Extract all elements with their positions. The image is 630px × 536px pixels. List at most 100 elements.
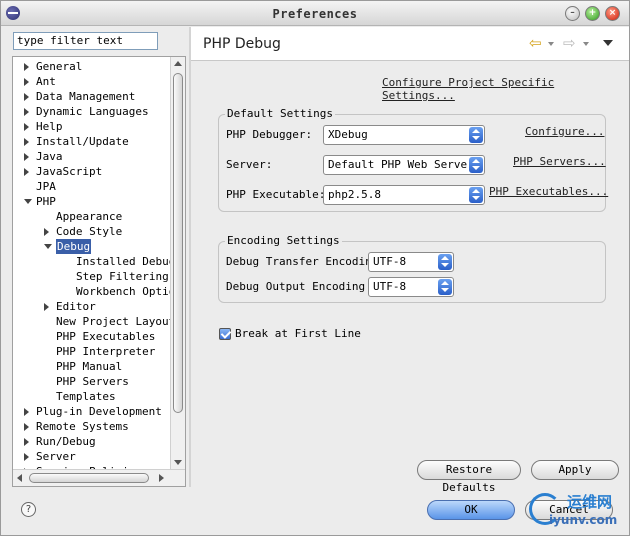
scroll-left-icon[interactable] bbox=[17, 474, 22, 482]
view-menu-icon[interactable] bbox=[603, 40, 613, 46]
php-executable-select[interactable]: php2.5.8 bbox=[323, 185, 485, 205]
page-title: PHP Debug bbox=[203, 36, 281, 52]
transfer-encoding-label: Debug Transfer Encoding bbox=[226, 255, 379, 268]
vertical-scroll-thumb[interactable] bbox=[173, 73, 183, 413]
preferences-window: Preferences – + × type filter text Gener… bbox=[0, 0, 630, 536]
select-arrows-icon[interactable] bbox=[438, 279, 452, 295]
collapsed-twisty-icon[interactable] bbox=[44, 303, 49, 311]
collapsed-twisty-icon[interactable] bbox=[24, 63, 29, 71]
watermark-url: iyunv.com bbox=[549, 513, 618, 527]
select-arrows-icon[interactable] bbox=[469, 187, 483, 203]
php-executable-value: php2.5.8 bbox=[328, 188, 381, 201]
tree-item-label[interactable]: Step Filtering bbox=[76, 269, 169, 284]
collapsed-twisty-icon[interactable] bbox=[44, 228, 49, 236]
php-debugger-select[interactable]: XDebug bbox=[323, 125, 485, 145]
watermark-text: 运维网 bbox=[567, 493, 613, 511]
tree-item-label[interactable]: Remote Systems bbox=[36, 419, 129, 434]
collapsed-twisty-icon[interactable] bbox=[24, 108, 29, 116]
collapsed-twisty-icon[interactable] bbox=[24, 93, 29, 101]
tree-item-label[interactable]: JPA bbox=[36, 179, 56, 194]
tree-item-label[interactable]: PHP Interpreter bbox=[56, 344, 155, 359]
expanded-twisty-icon[interactable] bbox=[44, 244, 52, 249]
configure-debugger-link[interactable]: Configure... bbox=[525, 125, 604, 138]
preference-tree[interactable]: General Ant Data Management Dynamic Languag… bbox=[12, 56, 186, 487]
collapsed-twisty-icon[interactable] bbox=[24, 138, 29, 146]
tree-item-label[interactable]: Dynamic Languages bbox=[36, 104, 149, 119]
tree-item-label[interactable]: Help bbox=[36, 119, 63, 134]
tree-vertical-scrollbar[interactable] bbox=[170, 57, 185, 469]
apply-button[interactable]: Apply bbox=[531, 460, 619, 480]
expanded-twisty-icon[interactable] bbox=[24, 199, 32, 204]
tree-item-label[interactable]: PHP Manual bbox=[56, 359, 122, 374]
tree-item-label[interactable]: Installed Debugg bbox=[76, 254, 171, 269]
encoding-settings-title: Encoding Settings bbox=[225, 234, 342, 247]
tree-item-label[interactable]: Run/Debug bbox=[36, 434, 96, 449]
tree-item-label[interactable]: Appearance bbox=[56, 209, 122, 224]
scroll-up-icon[interactable] bbox=[174, 61, 182, 66]
restore-defaults-button[interactable]: Restore Defaults bbox=[417, 460, 521, 494]
tree-item-label[interactable]: Templates bbox=[56, 389, 116, 404]
tree-item-label[interactable]: PHP bbox=[36, 194, 56, 209]
tree-item-label[interactable]: Data Management bbox=[36, 89, 135, 104]
transfer-encoding-select[interactable]: UTF-8 bbox=[368, 252, 454, 272]
maximize-button[interactable]: + bbox=[585, 6, 600, 21]
collapsed-twisty-icon[interactable] bbox=[24, 438, 29, 446]
break-first-line-label[interactable]: Break at First Line bbox=[235, 327, 361, 341]
tree-item-label[interactable]: Ant bbox=[36, 74, 56, 89]
tree-item-label[interactable]: Debug bbox=[56, 239, 92, 254]
server-select[interactable]: Default PHP Web Server bbox=[323, 155, 485, 175]
php-debugger-value: XDebug bbox=[328, 128, 368, 141]
server-value: Default PHP Web Server bbox=[328, 158, 474, 171]
collapsed-twisty-icon[interactable] bbox=[24, 78, 29, 86]
scroll-down-icon[interactable] bbox=[174, 460, 182, 465]
output-encoding-label: Debug Output Encoding bbox=[226, 280, 366, 293]
collapsed-twisty-icon[interactable] bbox=[24, 408, 29, 416]
back-arrow-icon[interactable]: ⇦ bbox=[529, 35, 549, 51]
tree-item-label[interactable]: Server bbox=[36, 449, 76, 464]
horizontal-scroll-thumb[interactable] bbox=[29, 473, 149, 483]
ok-button[interactable]: OK bbox=[427, 500, 515, 520]
select-arrows-icon[interactable] bbox=[438, 254, 452, 270]
output-encoding-value: UTF-8 bbox=[373, 280, 407, 293]
select-arrows-icon[interactable] bbox=[469, 157, 483, 173]
help-icon[interactable]: ? bbox=[21, 502, 36, 517]
forward-arrow-icon[interactable]: ⇨ bbox=[563, 35, 583, 51]
collapsed-twisty-icon[interactable] bbox=[24, 453, 29, 461]
output-encoding-select[interactable]: UTF-8 bbox=[368, 277, 454, 297]
tree-item-label[interactable]: JavaScript bbox=[36, 164, 102, 179]
php-executables-link[interactable]: PHP Executables... bbox=[489, 185, 608, 198]
page-header: PHP Debug ⇦ ⇨ bbox=[191, 27, 629, 61]
back-dropdown-icon[interactable] bbox=[548, 42, 554, 46]
php-executable-label: PHP Executable: bbox=[226, 188, 326, 201]
project-specific-settings-link[interactable]: Configure Project Specific Settings... bbox=[382, 76, 629, 102]
tree-item-label[interactable]: General bbox=[36, 59, 82, 74]
break-first-line-checkbox[interactable] bbox=[219, 328, 231, 340]
window-title: Preferences bbox=[272, 7, 358, 21]
minimize-button[interactable]: – bbox=[565, 6, 580, 21]
transfer-encoding-value: UTF-8 bbox=[373, 255, 407, 268]
collapsed-twisty-icon[interactable] bbox=[24, 423, 29, 431]
server-label: Server: bbox=[226, 158, 273, 171]
tree-item-label[interactable]: Workbench Option bbox=[76, 284, 171, 299]
tree-item-label[interactable]: Code Style bbox=[56, 224, 122, 239]
scroll-right-icon[interactable] bbox=[159, 474, 164, 482]
collapsed-twisty-icon[interactable] bbox=[24, 153, 29, 161]
php-servers-link[interactable]: PHP Servers... bbox=[513, 155, 606, 168]
forward-dropdown-icon[interactable] bbox=[583, 42, 589, 46]
filter-input[interactable]: type filter text bbox=[13, 32, 158, 50]
select-arrows-icon[interactable] bbox=[469, 127, 483, 143]
tree-item-label[interactable]: Install/Update bbox=[36, 134, 129, 149]
tree-item-label[interactable]: Plug-in Development bbox=[36, 404, 162, 419]
panel-splitter[interactable] bbox=[189, 27, 191, 487]
collapsed-twisty-icon[interactable] bbox=[24, 123, 29, 131]
close-button[interactable]: × bbox=[605, 6, 620, 21]
tree-item-label[interactable]: New Project Layout bbox=[56, 314, 171, 329]
tree-item-label[interactable]: PHP Servers bbox=[56, 374, 129, 389]
tree-item-label[interactable]: PHP Executables bbox=[56, 329, 155, 344]
tree-item-label[interactable]: Editor bbox=[56, 299, 96, 314]
php-debugger-label: PHP Debugger: bbox=[226, 128, 313, 141]
title-bar[interactable]: Preferences – + × bbox=[1, 1, 629, 26]
collapsed-twisty-icon[interactable] bbox=[24, 168, 29, 176]
tree-item-label[interactable]: Java bbox=[36, 149, 63, 164]
tree-horizontal-scrollbar[interactable] bbox=[13, 469, 185, 486]
